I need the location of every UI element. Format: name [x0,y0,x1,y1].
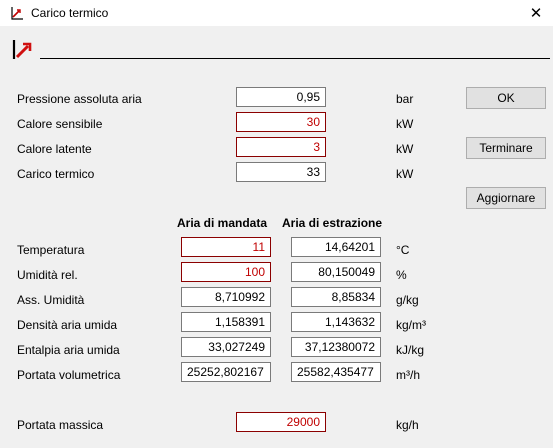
supply-enthalpy-field[interactable]: 33,027249 [181,337,271,357]
label-pressure: Pressione assoluta aria [17,92,142,106]
extract-density-field[interactable]: 1,143632 [291,312,381,332]
unit-temperature: °C [396,243,410,257]
extract-enthalpy-field[interactable]: 37,12380072 [291,337,381,357]
unit-mass-flow: kg/h [396,418,419,432]
label-mass-flow: Portata massica [17,418,104,432]
extract-humidity-field[interactable]: 80,150049 [291,262,381,282]
unit-heat-load: kW [396,167,414,181]
label-sensible-heat: Calore sensibile [17,117,103,131]
header-divider [40,58,550,59]
unit-absolute-humidity: g/kg [396,293,419,307]
update-button[interactable]: Aggiornare [466,187,546,209]
pressure-field[interactable]: 0,95 [236,87,326,107]
header-extract-air: Aria di estrazione [282,216,383,230]
heat-load-field[interactable]: 33 [236,162,326,182]
unit-enthalpy: kJ/kg [396,343,425,357]
unit-relative-humidity: % [396,268,407,282]
app-icon [11,7,23,20]
supply-volume-flow-field[interactable]: 25252,802167 [181,362,271,382]
label-volume-flow: Portata volumetrica [17,368,121,382]
unit-density: kg/m³ [396,318,426,332]
supply-temperature-field[interactable]: 11 [181,237,271,257]
sensible-heat-field[interactable]: 30 [236,112,326,132]
label-enthalpy: Entalpia aria umida [17,343,120,357]
supply-abs-humidity-field[interactable]: 8,710992 [181,287,271,307]
unit-pressure: bar [396,92,414,106]
supply-density-field[interactable]: 1,158391 [181,312,271,332]
label-temperature: Temperatura [17,243,85,257]
window-title: Carico termico [31,6,109,20]
extract-volume-flow-field[interactable]: 25582,435477 [291,362,381,382]
extract-temperature-field[interactable]: 14,64201 [291,237,381,257]
label-latent-heat: Calore latente [17,142,92,156]
ok-button[interactable]: OK [466,87,546,109]
unit-latent-heat: kW [396,142,414,156]
header-supply-air: Aria di mandata [177,216,268,230]
heat-load-logo-icon [12,40,32,59]
label-relative-humidity: Umidità rel. [17,268,78,282]
unit-volume-flow: m³/h [396,368,420,382]
unit-sensible-heat: kW [396,117,414,131]
extract-abs-humidity-field[interactable]: 8,85834 [291,287,381,307]
terminate-button[interactable]: Terminare [466,137,546,159]
supply-humidity-field[interactable]: 100 [181,262,271,282]
close-button[interactable]: ✕ [520,1,552,25]
label-density: Densità aria umida [17,318,118,332]
mass-flow-field[interactable]: 29000 [236,412,326,432]
label-heat-load: Carico termico [17,167,95,181]
title-bar: Carico termico ✕ [0,0,553,26]
latent-heat-field[interactable]: 3 [236,137,326,157]
label-absolute-humidity: Ass. Umidità [17,293,85,307]
